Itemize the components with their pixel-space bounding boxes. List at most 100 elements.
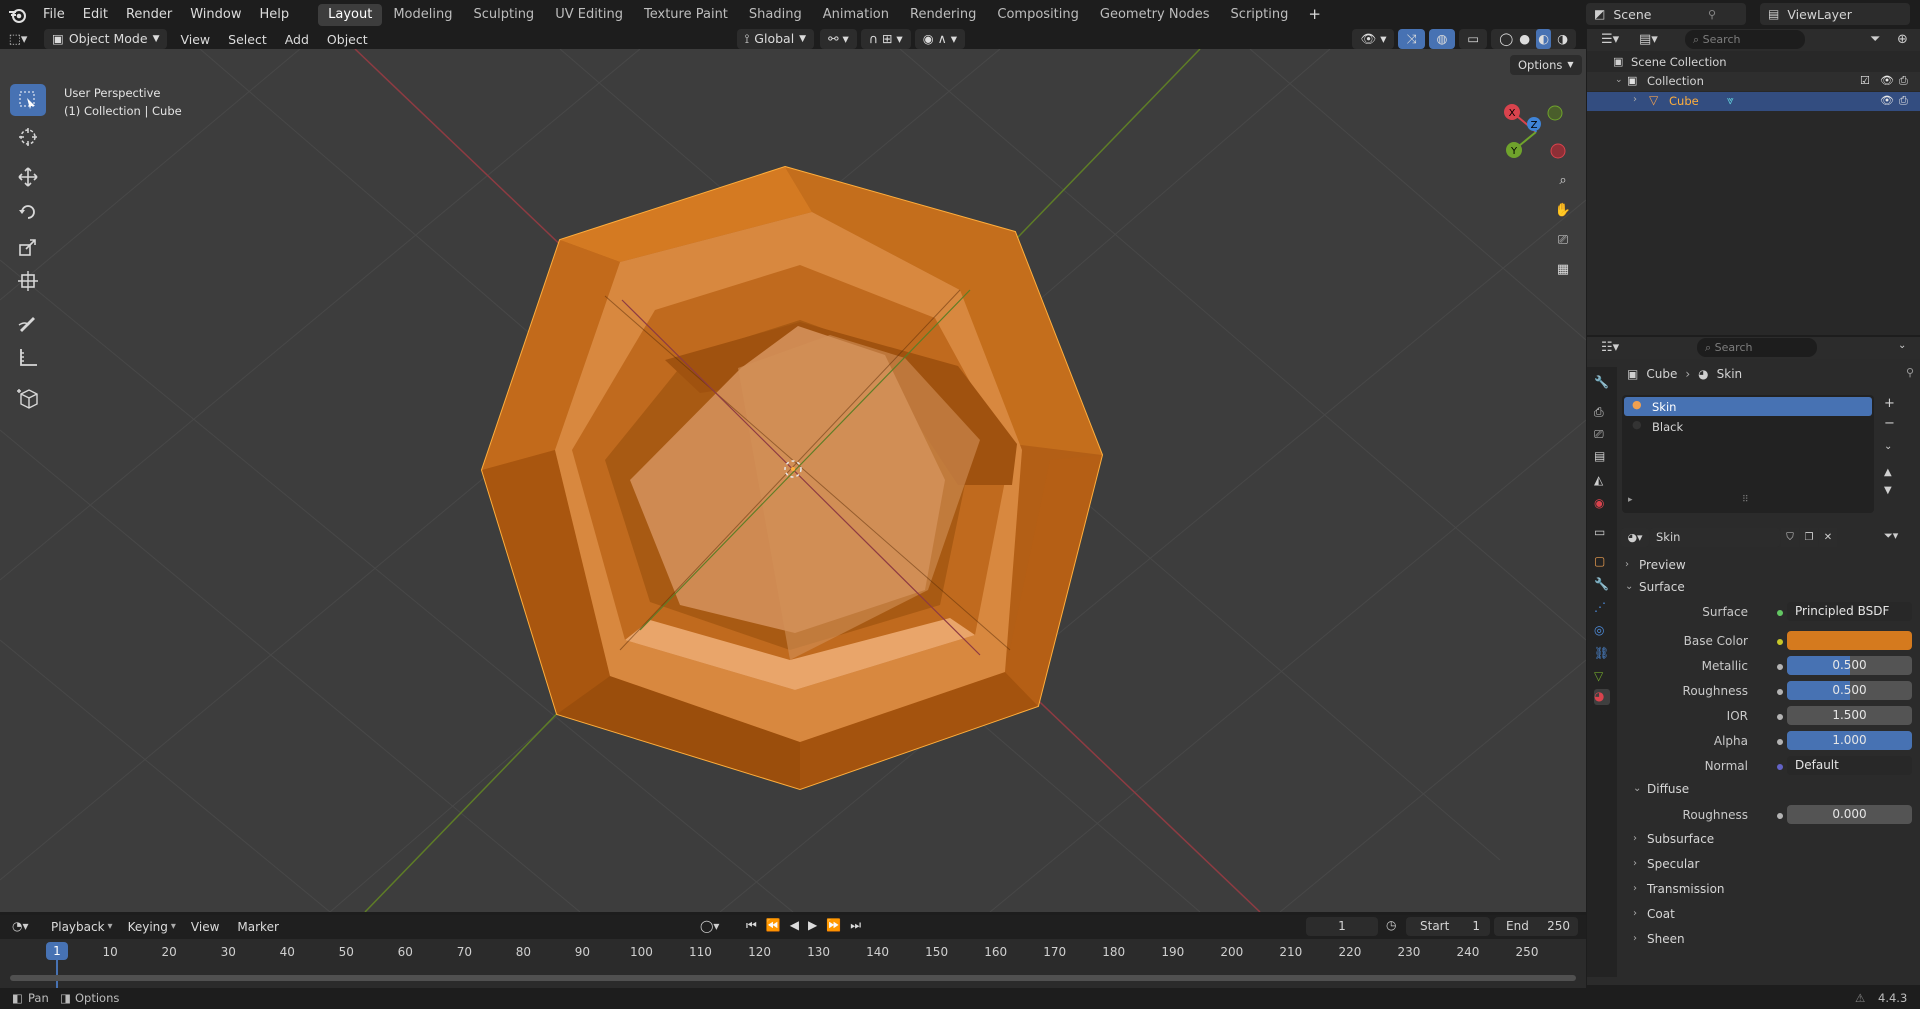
tab-sculpting[interactable]: Sculpting	[463, 4, 544, 26]
viewport-options-button[interactable]: Options ▼	[1510, 55, 1582, 75]
outliner-editor-icon[interactable]: ☰▾	[1601, 32, 1619, 47]
playhead[interactable]: 1	[46, 942, 68, 960]
tab-animation[interactable]: Animation	[813, 4, 899, 26]
eye-icon[interactable]: 👁	[1880, 74, 1894, 87]
socket-dot-icon[interactable]	[1777, 639, 1783, 645]
sheen-section-header[interactable]: › Sheen	[1617, 929, 1920, 951]
socket-dot-icon[interactable]	[1777, 689, 1783, 695]
pin-icon[interactable]: ⚲	[1708, 8, 1716, 21]
move-down-icon[interactable]: ▼	[1884, 485, 1892, 496]
ortho-grid-icon[interactable]: ▦	[1552, 259, 1574, 281]
zoom-icon[interactable]: ⌕	[1552, 170, 1574, 192]
timeline-scrollbar[interactable]	[10, 975, 1576, 981]
viewport-menu-select[interactable]: Select	[219, 32, 276, 47]
material-slot-list[interactable]: ● Skin ● Black ▸ ⠿	[1622, 395, 1874, 513]
auto-keying-icon[interactable]: ◯▾	[700, 919, 719, 933]
rotate-tool[interactable]	[10, 196, 46, 228]
socket-dot-icon[interactable]	[1777, 739, 1783, 745]
socket-dot-icon[interactable]	[1777, 813, 1783, 819]
tab-scripting[interactable]: Scripting	[1221, 4, 1299, 26]
chevron-down-icon[interactable]: ⌄	[1898, 340, 1906, 351]
outliner-row[interactable]: ▣ Scene Collection	[1587, 53, 1920, 72]
add-cube-tool[interactable]	[10, 382, 46, 414]
jump-end-icon[interactable]: ⏭	[850, 918, 861, 933]
expand-list-icon[interactable]: ▸	[1628, 495, 1633, 505]
output-tab-icon[interactable]: ⎚	[1594, 427, 1610, 443]
measure-tool[interactable]	[10, 341, 46, 373]
new-collection-icon[interactable]: ⊕	[1897, 32, 1908, 47]
camera-icon[interactable]: ⎙	[1899, 74, 1908, 88]
material-shading-icon[interactable]: ◐	[1536, 29, 1552, 49]
object-tab-icon[interactable]: ▢	[1594, 554, 1610, 570]
modifier-tab-icon[interactable]: 🔧	[1594, 577, 1610, 593]
material-slot-item[interactable]: ● Black	[1624, 417, 1872, 436]
data-tab-icon[interactable]: ▽	[1594, 669, 1610, 685]
current-frame-field[interactable]: 1	[1306, 917, 1378, 936]
menu-help[interactable]: Help	[251, 0, 299, 29]
diffuse-roughness-field[interactable]: 0.000	[1787, 805, 1912, 824]
coat-section-header[interactable]: › Coat	[1617, 904, 1920, 926]
socket-dot-icon[interactable]	[1777, 610, 1783, 616]
pan-hand-icon[interactable]: ✋	[1552, 200, 1574, 222]
socket-dot-icon[interactable]	[1777, 764, 1783, 770]
timeline-menu-keying[interactable]: Keying	[119, 915, 177, 939]
visibility-dropdown[interactable]: 👁 ▾	[1352, 29, 1395, 49]
prev-keyframe-icon[interactable]: ⏪	[766, 918, 781, 933]
transform-tool[interactable]	[10, 265, 46, 297]
viewport-menu-object[interactable]: Object	[318, 32, 377, 47]
move-tool[interactable]	[10, 161, 46, 193]
gizmo-toggle[interactable]: ⤨	[1398, 29, 1425, 49]
outliner-row[interactable]: › ▽ Cube ⩔ 👁 ⎙	[1587, 92, 1920, 111]
resize-handle-icon[interactable]: ⠿	[1742, 495, 1749, 505]
socket-dot-icon[interactable]	[1777, 714, 1783, 720]
duplicate-material-icon[interactable]: ❐	[1800, 528, 1818, 547]
preview-section-header[interactable]: › Preview	[1617, 555, 1920, 577]
camera-icon[interactable]: ⎙	[1899, 94, 1908, 108]
menu-file[interactable]: File	[34, 0, 74, 29]
base-color-swatch[interactable]	[1787, 631, 1912, 650]
cursor-tool[interactable]	[10, 121, 46, 153]
transmission-section-header[interactable]: › Transmission	[1617, 879, 1920, 901]
material-name-field[interactable]: Skin	[1650, 528, 1780, 547]
timeline-menu-view[interactable]: View	[182, 915, 228, 939]
add-workspace-button[interactable]: +	[1299, 0, 1330, 29]
filter-icon[interactable]: ⏷	[1870, 32, 1880, 47]
chevron-right-icon[interactable]: ›	[1633, 94, 1637, 105]
menu-edit[interactable]: Edit	[74, 0, 117, 29]
tool-tab-icon[interactable]: 🔧	[1594, 375, 1610, 391]
scene-selector[interactable]: ◩ Scene ⚲	[1586, 3, 1746, 25]
remove-slot-icon[interactable]: −	[1884, 416, 1895, 431]
editor-type-icon[interactable]: ⬚▾	[0, 32, 36, 47]
blender-logo-icon[interactable]	[0, 0, 34, 29]
overlay-toggle[interactable]: ◍	[1428, 29, 1456, 49]
fake-user-shield-icon[interactable]: ⛉	[1781, 528, 1799, 547]
proportional-edit-toggle[interactable]: ◉ ∧ ▾	[914, 29, 965, 49]
menu-window[interactable]: Window	[181, 0, 250, 29]
tab-shading[interactable]: Shading	[739, 4, 812, 26]
transform-orientation-dropdown[interactable]: ⟟ Global ▼	[736, 29, 815, 49]
snap-toggle[interactable]: ∩ ⊞ ▾	[860, 29, 911, 49]
camera-view-icon[interactable]: ⎚	[1552, 230, 1574, 252]
shading-mode-buttons[interactable]: ◯ ● ◐ ◑	[1491, 29, 1576, 49]
collection-tab-icon[interactable]: ▭	[1594, 525, 1610, 541]
metallic-slider[interactable]: 0.500	[1787, 656, 1912, 675]
diffuse-section-header[interactable]: ⌄ Diffuse	[1617, 779, 1920, 801]
play-icon[interactable]: ▶	[808, 918, 817, 933]
surface-section-header[interactable]: ⌄ Surface	[1617, 577, 1920, 599]
chevron-down-icon[interactable]: ⌄	[1615, 75, 1623, 85]
viewport-scene[interactable]	[0, 49, 1586, 912]
exclude-checkbox[interactable]: ☑	[1860, 74, 1870, 87]
add-slot-icon[interactable]: +	[1884, 396, 1895, 411]
timeline-editor-icon[interactable]: ◔▾	[12, 919, 29, 933]
material-slot-item[interactable]: ● Skin	[1624, 397, 1872, 416]
view-layer-tab-icon[interactable]: ▤	[1594, 449, 1610, 465]
clock-icon[interactable]: ◷	[1386, 918, 1396, 932]
tab-uv-editing[interactable]: UV Editing	[545, 4, 633, 26]
viewport-menu-view[interactable]: View	[171, 32, 219, 47]
specular-section-header[interactable]: › Specular	[1617, 854, 1920, 876]
eye-icon[interactable]: 👁	[1880, 94, 1894, 107]
tab-rendering[interactable]: Rendering	[900, 4, 986, 26]
world-tab-icon[interactable]: ◉	[1594, 496, 1610, 512]
tab-layout[interactable]: Layout	[318, 3, 383, 26]
socket-dot-icon[interactable]	[1777, 664, 1783, 670]
